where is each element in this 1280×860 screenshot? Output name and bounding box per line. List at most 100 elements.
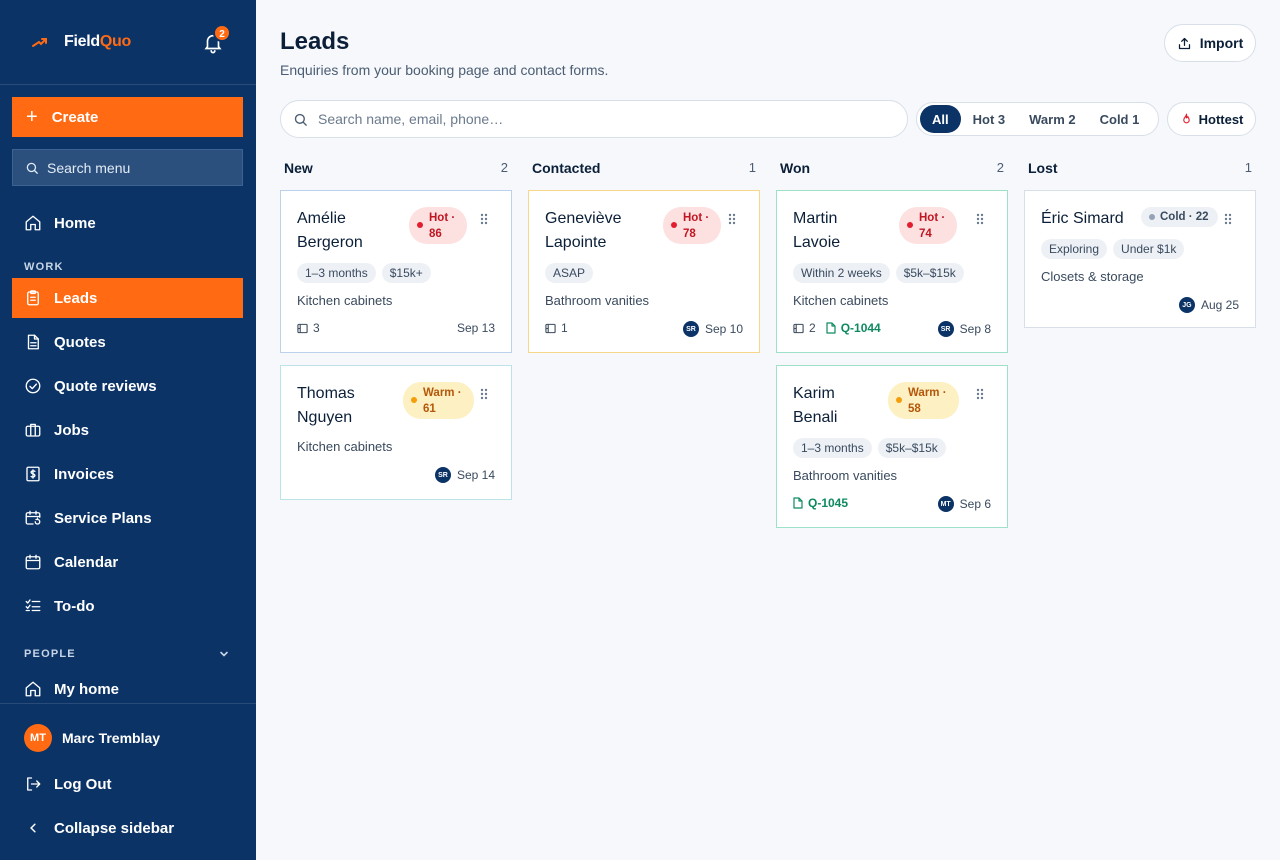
lead-tags: 1–3 months $5k–$15k	[793, 438, 946, 458]
photo-icon	[297, 323, 308, 333]
quote-number: Q-1045	[808, 496, 849, 510]
collapse-sidebar-button[interactable]: Collapse sidebar	[12, 808, 243, 848]
user-name[interactable]: Marc Tremblay	[62, 730, 160, 746]
lead-name: Amélie Bergeron	[297, 207, 363, 255]
card-meta: 3	[297, 321, 320, 335]
hot-dot-icon	[907, 222, 913, 228]
lead-name-line: Benali	[793, 409, 838, 426]
quote-link[interactable]: Q-1045	[793, 496, 848, 510]
timeline-tag: ASAP	[545, 263, 594, 283]
drag-handle-icon[interactable]	[976, 388, 984, 400]
drag-handle-icon[interactable]	[728, 213, 736, 225]
sidebar-item-label: Home	[54, 214, 96, 232]
score-badge: Hot · 78	[663, 207, 722, 244]
sidebar-item-leads[interactable]: Leads	[12, 278, 243, 318]
column-header-lost: Lost 1	[1024, 160, 1256, 176]
lead-card[interactable]: Thomas Nguyen Warm · 61 Kitchen cabinets S…	[280, 365, 512, 500]
import-label: Import	[1199, 35, 1244, 51]
card-date-area: MT Sep 6	[937, 496, 991, 512]
sidebar-item-label: Jobs	[54, 421, 90, 439]
sidebar-item-jobs[interactable]: Jobs	[12, 410, 243, 450]
card-date-area: SR Sep 8	[937, 321, 991, 337]
lead-name: Martin Lavoie	[793, 207, 840, 255]
lead-date: Sep 8	[959, 322, 991, 336]
sidebar-item-label: Quotes	[54, 333, 106, 351]
filter-cold[interactable]: Cold 1	[1088, 105, 1152, 133]
lead-search[interactable]	[280, 100, 908, 138]
create-button[interactable]: + Create	[12, 97, 243, 137]
assignee-avatar[interactable]: SR	[434, 467, 451, 483]
lead-date: Sep 13	[456, 321, 495, 335]
score-badge: Hot · 74	[899, 207, 958, 244]
brand-row: FieldQuo 2	[0, 0, 256, 85]
score-value: 58	[908, 403, 921, 415]
drag-handle-icon[interactable]	[976, 213, 984, 225]
lead-date: Sep 10	[704, 322, 743, 336]
sidebar-item-calendar[interactable]: Calendar	[12, 542, 243, 582]
lead-date: Aug 25	[1200, 298, 1239, 312]
lead-card[interactable]: Geneviève Lapointe Hot · 78 ASAP Bathroom …	[528, 190, 760, 353]
upload-icon	[1178, 37, 1190, 49]
lead-card[interactable]: Karim Benali Warm · 58 1–3 months $5k–$15k…	[776, 365, 1008, 528]
brand-logo-icon[interactable]	[30, 32, 50, 52]
user-avatar[interactable]: MT	[24, 724, 52, 752]
lead-name: Karim Benali	[793, 382, 837, 430]
sidebar-item-quotes[interactable]: Quotes	[12, 322, 243, 362]
lead-card[interactable]: Éric Simard Cold · 22 Exploring Under $1…	[1024, 190, 1256, 328]
photo-count-value: 1	[561, 321, 568, 335]
score-label: Hot ·	[919, 212, 946, 224]
score-value: 78	[683, 228, 696, 240]
column-header-won: Won 2	[776, 160, 1008, 176]
search-menu[interactable]: Search menu	[12, 149, 243, 186]
sidebar-item-quote-reviews[interactable]: Quote reviews	[12, 366, 243, 406]
drag-handle-icon[interactable]	[1224, 213, 1232, 225]
sidebar-item-service-plans[interactable]: Service Plans	[12, 498, 243, 538]
drag-handle-icon[interactable]	[480, 388, 488, 400]
sidebar-item-label: Leads	[54, 289, 98, 307]
lead-name-line: Bergeron	[297, 234, 363, 251]
budget-tag: $5k–$15k	[877, 438, 946, 458]
card-date-area: SR Sep 14	[434, 467, 495, 483]
search-input[interactable]	[318, 111, 878, 127]
score-badge: Warm · 61	[403, 382, 474, 419]
notification-badge: 2	[213, 24, 231, 42]
column-count: 1	[1244, 160, 1252, 175]
assignee-avatar[interactable]: SR	[937, 321, 954, 337]
filter-hot[interactable]: Hot 3	[961, 105, 1018, 133]
sidebar-item-invoices[interactable]: Invoices	[12, 454, 243, 494]
import-button[interactable]: Import	[1164, 24, 1256, 62]
logout-button[interactable]: Log Out	[12, 764, 243, 804]
assignee-avatar[interactable]: SR	[682, 321, 699, 337]
invoice-icon	[26, 466, 40, 482]
lead-card[interactable]: Martin Lavoie Hot · 74 Within 2 weeks $5k–…	[776, 190, 1008, 353]
logout-label: Log Out	[54, 775, 112, 793]
quote-document-icon	[793, 497, 803, 509]
sort-hottest-button[interactable]: Hottest	[1167, 102, 1256, 136]
assignee-avatar[interactable]: MT	[937, 496, 954, 512]
filter-all[interactable]: All	[920, 105, 961, 133]
column-count: 2	[500, 160, 508, 175]
brand-name[interactable]: FieldQuo	[64, 33, 131, 51]
page-subtitle: Enquiries from your booking page and con…	[280, 62, 609, 78]
sidebar-item-home[interactable]: Home	[12, 203, 243, 243]
lead-tags: Exploring Under $1k	[1041, 239, 1185, 259]
sidebar-item-todo[interactable]: To-do	[12, 586, 243, 626]
brand-name-prefix: Field	[64, 33, 100, 50]
quote-link[interactable]: Q-1044	[826, 321, 881, 335]
assignee-avatar[interactable]: JG	[1178, 297, 1195, 313]
drag-handle-icon[interactable]	[480, 213, 488, 225]
filter-warm[interactable]: Warm 2	[1017, 105, 1087, 133]
briefcase-icon	[25, 423, 41, 437]
sidebar-divider	[0, 703, 256, 704]
chevron-left-icon	[30, 823, 36, 833]
home-icon	[25, 681, 41, 697]
score-value: 61	[423, 403, 436, 415]
chevron-down-icon[interactable]	[218, 648, 230, 660]
lead-card[interactable]: Amélie Bergeron Hot · 86 1–3 months $15k+ …	[280, 190, 512, 353]
lead-name-line: Lapointe	[545, 234, 607, 251]
budget-tag: $5k–$15k	[895, 263, 964, 283]
card-meta: 2 Q-1044	[793, 321, 881, 335]
page-title: Leads	[280, 28, 350, 55]
sidebar-item-label: Service Plans	[54, 509, 152, 527]
warm-dot-icon	[411, 397, 417, 403]
